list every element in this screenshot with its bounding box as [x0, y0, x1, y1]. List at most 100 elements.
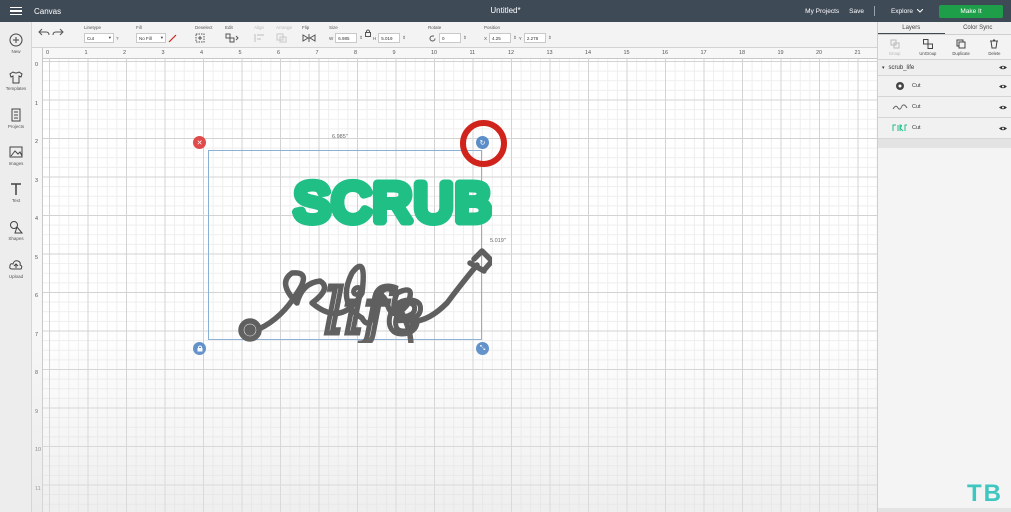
design-canvas[interactable]: 0 1 2 3 4 5 6 7 8 9 10 11 12 13 14 15 16 17 18 19 20 21 01234… — [32, 48, 877, 512]
ruler-top-number: 6 — [277, 50, 281, 56]
app-title: Canvas — [34, 6, 62, 16]
height-input[interactable]: 5.019 — [378, 33, 401, 43]
arrange-label: Arrange — [276, 25, 293, 30]
sidebar-item-shapes[interactable]: Shapes — [0, 220, 32, 241]
stepper-icon[interactable]: ⇕ — [548, 35, 552, 41]
layer-row[interactable]: Cut — [878, 76, 1011, 97]
sidebar-item-new[interactable]: New — [0, 33, 32, 54]
ruler-top-number: 7 — [315, 50, 319, 56]
duplicate-button[interactable]: Duplicate — [945, 35, 978, 59]
ungroup-button[interactable]: UnGroup — [911, 35, 944, 59]
layer-thumbnail — [892, 122, 908, 134]
eye-icon[interactable] — [999, 65, 1007, 70]
canvas-fade — [32, 328, 877, 512]
linetype-info-icon[interactable]: ? — [116, 36, 119, 41]
sidebar-item-projects[interactable]: Projects — [0, 108, 32, 129]
x-label: X — [484, 35, 488, 41]
no-fill-swatch-icon[interactable] — [168, 34, 177, 43]
stepper-icon[interactable]: ⇕ — [463, 35, 467, 41]
ruler-left: 0 1 2 3 4 5 6 7 8 9 10 11 — [32, 48, 43, 512]
arrange-icon[interactable] — [276, 33, 290, 43]
undo-icon — [38, 28, 50, 36]
text-t-icon — [11, 183, 21, 195]
sidebar-label: Images — [8, 161, 24, 166]
group-button[interactable]: Group — [878, 35, 911, 59]
top-right-controls: My Projects Save Explore Make It — [805, 0, 1003, 22]
shapes-icon — [10, 221, 23, 234]
layer-group-name: scrub_life — [888, 64, 915, 71]
sidebar-item-text[interactable]: Text — [0, 182, 32, 203]
linetype-label: Linetype — [84, 25, 102, 30]
lock-handle[interactable] — [193, 342, 206, 355]
eye-icon[interactable] — [999, 105, 1007, 110]
layers-panel: Layers Color Sync Group UnGroup Duplicat… — [877, 22, 1011, 512]
undo-button[interactable] — [38, 25, 50, 43]
sidebar-item-images[interactable]: Images — [0, 145, 32, 166]
edit-icon[interactable] — [225, 33, 239, 43]
align-label: Align — [254, 25, 265, 30]
resize-handle[interactable]: ⤡ — [476, 342, 489, 355]
projects-icon — [11, 108, 21, 122]
delete-handle[interactable]: ✕ — [193, 136, 206, 149]
linetype-select[interactable]: Cut ▾ — [84, 33, 114, 43]
left-sidebar: New Templates Projects Images Text Shape… — [0, 22, 32, 512]
eye-icon[interactable] — [999, 84, 1007, 89]
fill-select[interactable]: No Fill ▾ — [136, 33, 166, 43]
panel-tabs: Layers Color Sync — [878, 22, 1011, 35]
fill-group: Fill No Fill ▾ — [136, 25, 177, 44]
tab-color-sync[interactable]: Color Sync — [945, 22, 1011, 34]
edit-label: Edit — [225, 25, 233, 30]
save-link[interactable]: Save — [849, 8, 864, 15]
align-icon[interactable] — [254, 33, 268, 43]
layer-group-row[interactable]: ▾ scrub_life — [878, 60, 1011, 76]
expand-caret-icon[interactable]: ▾ — [882, 65, 885, 71]
lock-icon[interactable] — [365, 29, 372, 37]
rotate-handle[interactable]: ↻ — [476, 136, 489, 149]
menu-hamburger-icon[interactable] — [0, 0, 32, 22]
make-it-button[interactable]: Make It — [939, 4, 1003, 18]
explore-dropdown[interactable]: Explore — [891, 8, 923, 15]
y-input[interactable]: 2.278 — [523, 33, 546, 43]
ruler-left-number: 4 — [35, 216, 39, 222]
deselect-group: Deselect — [195, 25, 213, 44]
stepper-icon[interactable]: ⇕ — [359, 35, 363, 41]
cloud-upload-icon — [9, 260, 23, 270]
layer-name: Cut — [912, 104, 921, 110]
rotate-label: Rotate — [428, 25, 442, 30]
delete-button[interactable]: Delete — [978, 35, 1011, 59]
life-text: life — [324, 275, 423, 343]
lock-icon — [197, 345, 202, 352]
sidebar-item-upload[interactable]: Upload — [0, 258, 32, 279]
ruler-top-number: 8 — [354, 50, 358, 56]
chevron-down-icon — [917, 9, 923, 13]
layer-row[interactable]: Cut — [878, 97, 1011, 118]
rotate-input[interactable]: 0 — [439, 33, 461, 43]
redo-button[interactable] — [52, 25, 64, 43]
sidebar-label: Text — [11, 198, 21, 203]
flip-label: Flip — [302, 25, 310, 30]
flip-group: Flip — [302, 25, 318, 44]
sidebar-label: Shapes — [8, 236, 24, 241]
width-dimension-label: 6.985" — [332, 134, 348, 140]
scrub-life-design[interactable]: SCRUB life — [202, 143, 492, 343]
ruler-top-number: 5 — [238, 50, 242, 56]
my-projects-link[interactable]: My Projects — [805, 8, 839, 15]
top-bar: Canvas Untitled* My Projects Save Explor… — [0, 0, 1011, 22]
ruler-top-number: 16 — [662, 50, 669, 56]
ruler-top-number: 17 — [700, 50, 707, 56]
stepper-icon[interactable]: ⇕ — [513, 35, 517, 41]
width-input[interactable]: 6.985 — [335, 33, 358, 43]
ruler-top-number: 18 — [739, 50, 746, 56]
layer-row[interactable]: Cut — [878, 118, 1011, 139]
deselect-icon[interactable] — [195, 33, 205, 43]
sidebar-label: Templates — [5, 86, 27, 91]
sidebar-item-templates[interactable]: Templates — [0, 70, 32, 91]
position-group: Position X 4.25 ⇕ Y 2.278 ⇕ — [484, 25, 552, 44]
x-input[interactable]: 4.25 — [489, 33, 512, 43]
eye-icon[interactable] — [999, 126, 1007, 131]
ruler-top-number: 9 — [392, 50, 396, 56]
tab-layers[interactable]: Layers — [878, 22, 945, 34]
flip-icon[interactable] — [302, 33, 318, 43]
stepper-icon[interactable]: ⇕ — [402, 35, 406, 41]
duplicate-label: Duplicate — [952, 50, 970, 56]
